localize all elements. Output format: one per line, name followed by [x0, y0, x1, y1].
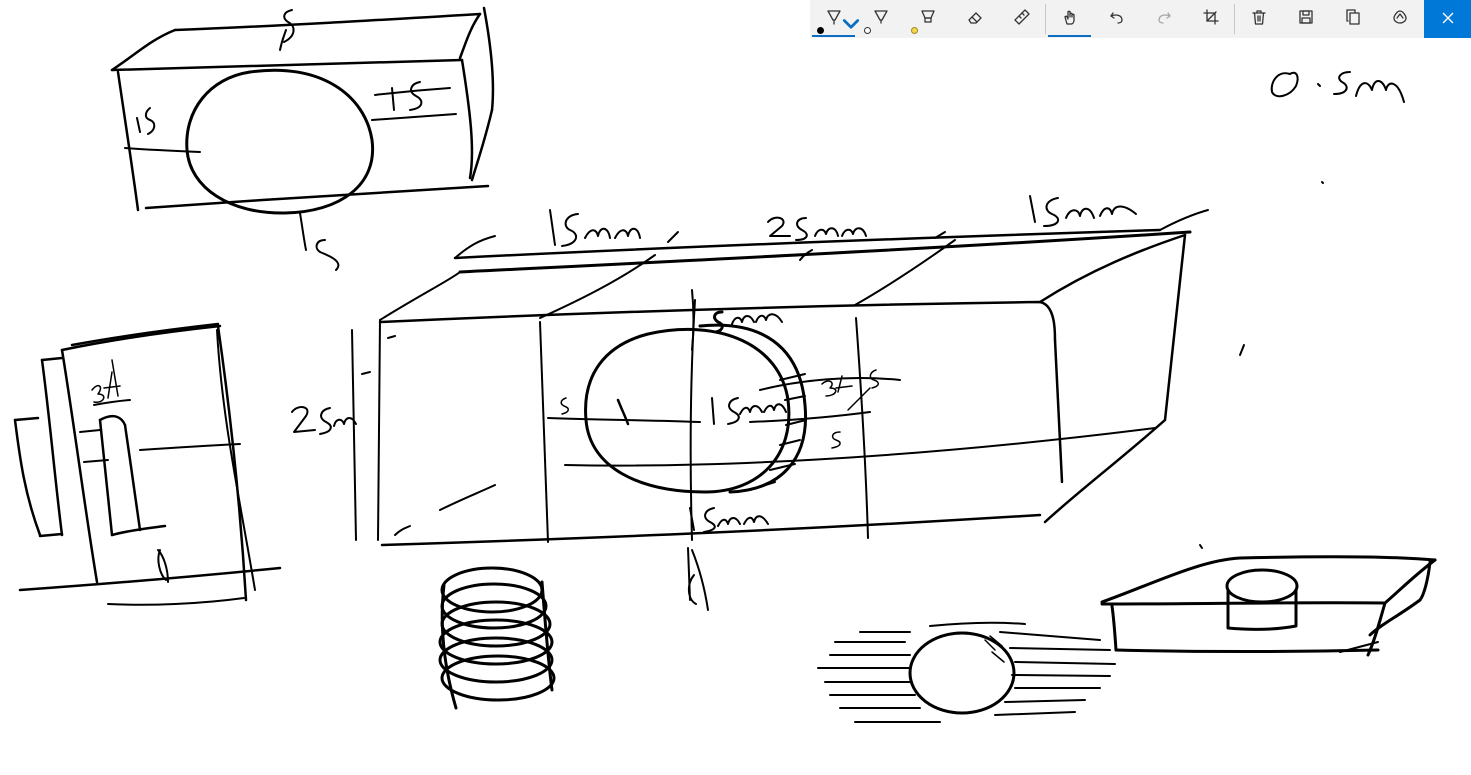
share-icon [1391, 8, 1409, 30]
crop-icon [1202, 8, 1220, 30]
touch-writing-button[interactable] [1046, 0, 1093, 38]
sketch-scale-note [1239, 71, 1405, 356]
highlighter-icon [919, 8, 937, 30]
pencil-icon [872, 8, 890, 30]
sketch-ball [817, 621, 1116, 723]
close-button[interactable] [1424, 0, 1471, 38]
pencil-button[interactable] [857, 0, 904, 38]
ink-toolbar [810, 0, 1471, 38]
sketch-top-left-box [110, 6, 495, 251]
touch-writing-icon [1061, 8, 1079, 30]
save-button[interactable] [1282, 0, 1329, 38]
sketch-spring [438, 566, 556, 710]
left-box-labels [91, 359, 121, 403]
eraser-button[interactable] [951, 0, 998, 38]
ruler-icon [1013, 8, 1031, 30]
sketch-main-box [351, 209, 1209, 611]
trash-icon [1250, 8, 1268, 30]
save-icon [1297, 8, 1315, 30]
sketch-right-box [1100, 544, 1437, 657]
highlighter-color-dot [911, 27, 918, 34]
share-button[interactable] [1376, 0, 1423, 38]
sketch-canvas[interactable] [0, 0, 1471, 775]
top-left-box-labels [136, 9, 423, 271]
copy-icon [1344, 8, 1362, 30]
sketch-left-box [13, 322, 282, 606]
undo-icon [1108, 8, 1126, 30]
crop-button[interactable] [1187, 0, 1234, 38]
delete-button[interactable] [1235, 0, 1282, 38]
close-icon [1441, 10, 1455, 29]
undo-button[interactable] [1093, 0, 1140, 38]
redo-icon [1155, 8, 1173, 30]
highlighter-button[interactable] [904, 0, 951, 38]
eraser-icon [966, 8, 984, 30]
ballpoint-pen-color-dot [817, 27, 824, 34]
redo-button[interactable] [1140, 0, 1187, 38]
ruler-button[interactable] [998, 0, 1045, 38]
copy-button[interactable] [1329, 0, 1376, 38]
pencil-color-dot [864, 27, 871, 34]
ballpoint-pen-icon [825, 8, 843, 30]
ballpoint-pen-button[interactable] [810, 0, 860, 38]
